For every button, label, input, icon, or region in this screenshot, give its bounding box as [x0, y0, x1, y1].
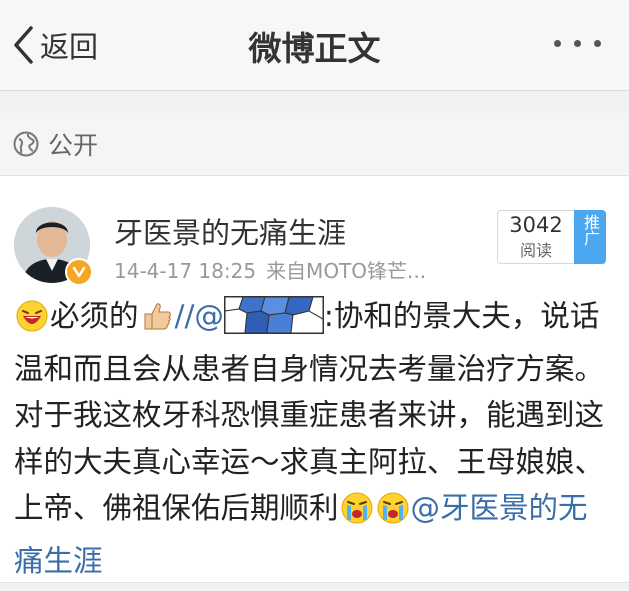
- more-options-icon[interactable]: [554, 40, 601, 47]
- post-content: 必须的 //@ :协和的景大夫，说话温和而且会从患者自身情况去考量治疗方案。对于…: [14, 293, 614, 584]
- read-label: 阅读: [519, 241, 552, 260]
- crying-face-icon: [341, 491, 373, 538]
- username[interactable]: 牙医景的无痛生涯: [114, 210, 346, 252]
- thumbs-up-icon: [141, 299, 173, 346]
- post-meta: 14-4-17 18:25 来自MOTO锋芒...: [114, 255, 426, 284]
- page-title: 微博正文: [248, 29, 381, 68]
- verified-badge-icon: [65, 258, 93, 286]
- read-count: 3042: [509, 213, 563, 237]
- post-source[interactable]: 来自MOTO锋芒...: [266, 259, 426, 283]
- visibility-label: 公开: [48, 131, 99, 160]
- post-text-part1: 必须的: [50, 299, 139, 333]
- visibility-row: 公开: [0, 113, 629, 176]
- laughing-face-icon: [16, 299, 48, 346]
- promote-label: 推广: [581, 214, 600, 246]
- read-count-box: 3042 阅读: [497, 210, 574, 264]
- repost-mention-link[interactable]: //@: [175, 299, 224, 333]
- timestamp: 14-4-17 18:25: [114, 259, 257, 283]
- redacted-username-image[interactable]: [223, 296, 324, 334]
- promote-button[interactable]: 推广: [574, 210, 606, 264]
- nav-bar: 返回 微博正文: [0, 0, 629, 91]
- globe-icon: [13, 131, 39, 157]
- section-gap: [0, 91, 629, 113]
- crying-face-icon: [377, 491, 409, 538]
